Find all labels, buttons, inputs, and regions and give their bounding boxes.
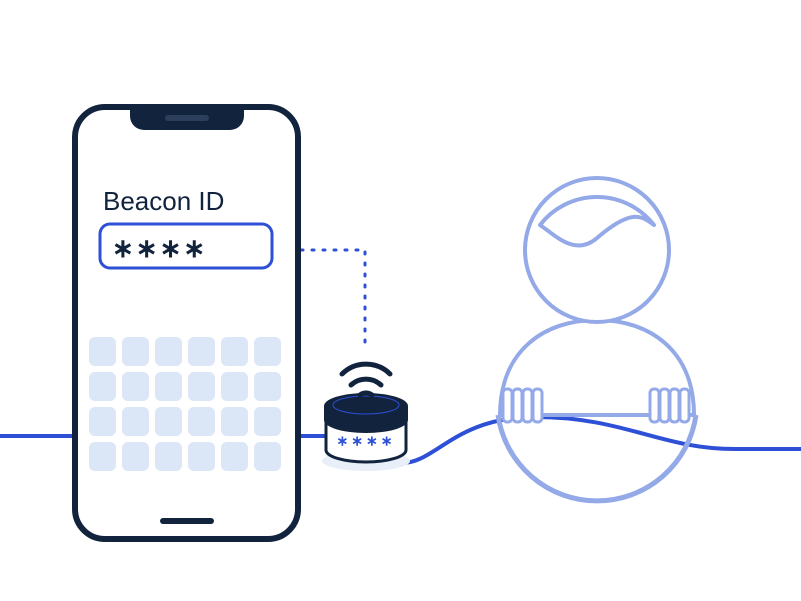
driver-icon xyxy=(498,178,696,501)
beacon-device-icon: ∗∗∗∗ xyxy=(324,364,408,462)
phone-icon: Beacon ID ∗∗∗∗ xyxy=(75,107,298,539)
beacon-id-input-value: ∗∗∗∗ xyxy=(112,233,207,263)
input-label: Beacon ID xyxy=(103,186,224,216)
beacon-display-value: ∗∗∗∗ xyxy=(337,433,396,449)
signal-icon xyxy=(342,364,390,395)
connection-line-icon xyxy=(290,250,365,350)
diagram-canvas: ∗∗∗∗ xyxy=(0,0,801,601)
